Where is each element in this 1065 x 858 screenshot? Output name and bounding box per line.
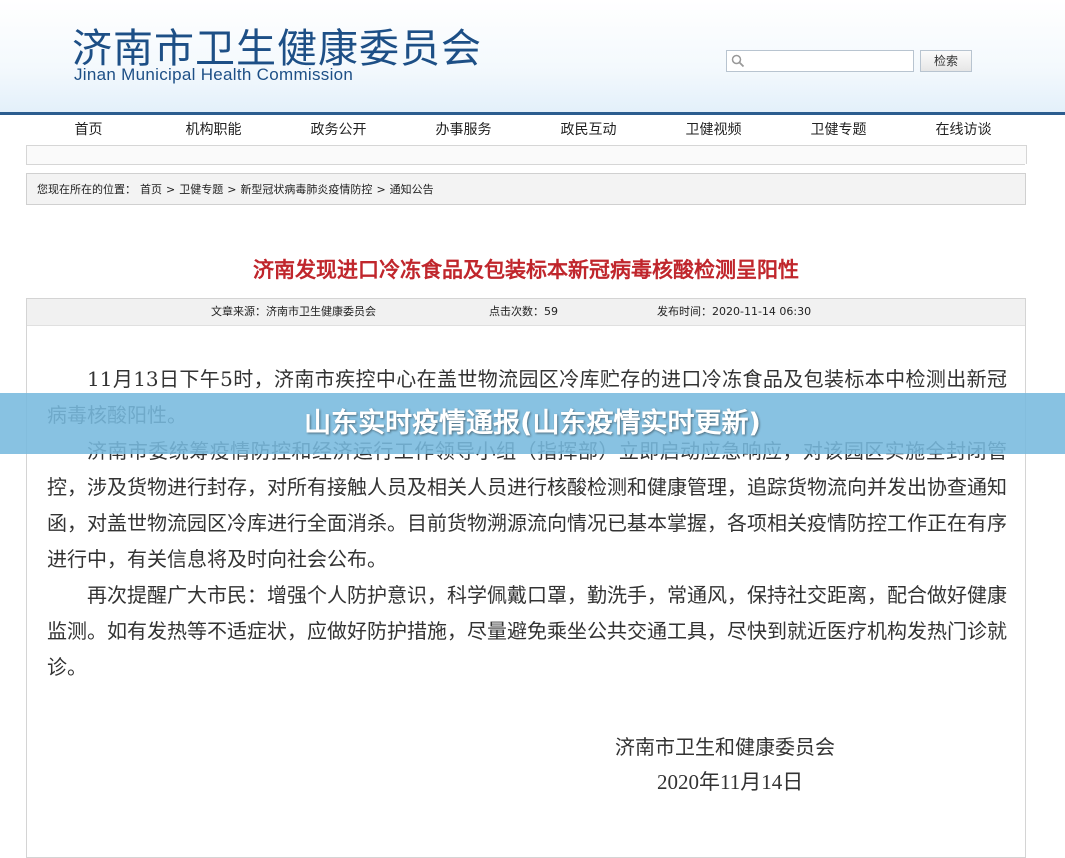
signature-date: 2020年11月14日 xyxy=(657,770,804,794)
nav-item-services[interactable]: 办事服务 xyxy=(401,116,526,144)
breadcrumb-separator: > xyxy=(227,183,237,196)
nav-item-government-affairs[interactable]: 政务公开 xyxy=(276,116,401,144)
breadcrumb-item-topics[interactable]: 卫健专题 xyxy=(179,183,223,196)
article-container: 文章来源：济南市卫生健康委员会 点击次数：59 发布时间：2020-11-14 … xyxy=(26,298,1026,858)
breadcrumb-item-home[interactable]: 首页 xyxy=(140,183,162,196)
article-source: 文章来源：济南市卫生健康委员会 xyxy=(211,305,376,318)
breadcrumb-item-notices[interactable]: 通知公告 xyxy=(390,183,434,196)
overlay-headline: 山东实时疫情通报(山东疫情实时更新) xyxy=(304,408,761,439)
search-icon xyxy=(731,54,745,68)
breadcrumb-item-covid-prevention[interactable]: 新型冠状病毒肺炎疫情防控 xyxy=(240,183,372,196)
nav-item-interaction[interactable]: 政民互动 xyxy=(526,116,651,144)
signature-organization: 济南市卫生和健康委员会 xyxy=(615,735,835,759)
article-paragraph: 再次提醒广大市民：增强个人防护意识，科学佩戴口罩，勤洗手，常通风，保持社交距离，… xyxy=(47,583,1007,679)
sub-nav-divider xyxy=(26,164,1025,165)
breadcrumb: 您现在所在的位置： 首页 > 卫健专题 > 新型冠状病毒肺炎疫情防控 > 通知公告 xyxy=(26,173,1026,205)
overlay-banner: 山东实时疫情通报(山东疫情实时更新) xyxy=(0,393,1065,454)
breadcrumb-separator: > xyxy=(166,183,176,196)
article-paragraph: 济南市委统筹疫情防控和经济运行工作领导小组（指挥部）立即启动应急响应，对该园区实… xyxy=(47,439,1007,571)
nav-item-videos[interactable]: 卫健视频 xyxy=(651,116,776,144)
site-subtitle: Jinan Municipal Health Commission xyxy=(74,65,354,84)
nav-item-functions[interactable]: 机构职能 xyxy=(151,116,276,144)
nav-item-home[interactable]: 首页 xyxy=(26,116,151,144)
breadcrumb-prefix: 您现在所在的位置： xyxy=(37,183,136,196)
main-nav: 首页 机构职能 政务公开 办事服务 政民互动 卫健视频 卫健专题 在线访谈 xyxy=(26,116,1026,144)
site-header: 济南市卫生健康委员会 Jinan Municipal Health Commis… xyxy=(0,0,1065,112)
search-box[interactable] xyxy=(726,50,914,72)
search-button[interactable]: 检索 xyxy=(920,50,972,72)
sub-nav-bar xyxy=(26,145,1027,164)
breadcrumb-separator: > xyxy=(376,183,386,196)
nav-item-interviews[interactable]: 在线访谈 xyxy=(901,116,1026,144)
header-divider xyxy=(0,112,1065,115)
article-clicks: 点击次数：59 xyxy=(489,305,558,318)
article-meta-bar: 文章来源：济南市卫生健康委员会 点击次数：59 发布时间：2020-11-14 … xyxy=(27,299,1025,326)
article-published-time: 发布时间：2020-11-14 06:30 xyxy=(657,305,812,318)
search-input[interactable] xyxy=(749,52,911,70)
article-title: 济南发现进口冷冻食品及包装标本新冠病毒核酸检测呈阳性 xyxy=(253,257,799,282)
nav-item-topics[interactable]: 卫健专题 xyxy=(776,116,901,144)
